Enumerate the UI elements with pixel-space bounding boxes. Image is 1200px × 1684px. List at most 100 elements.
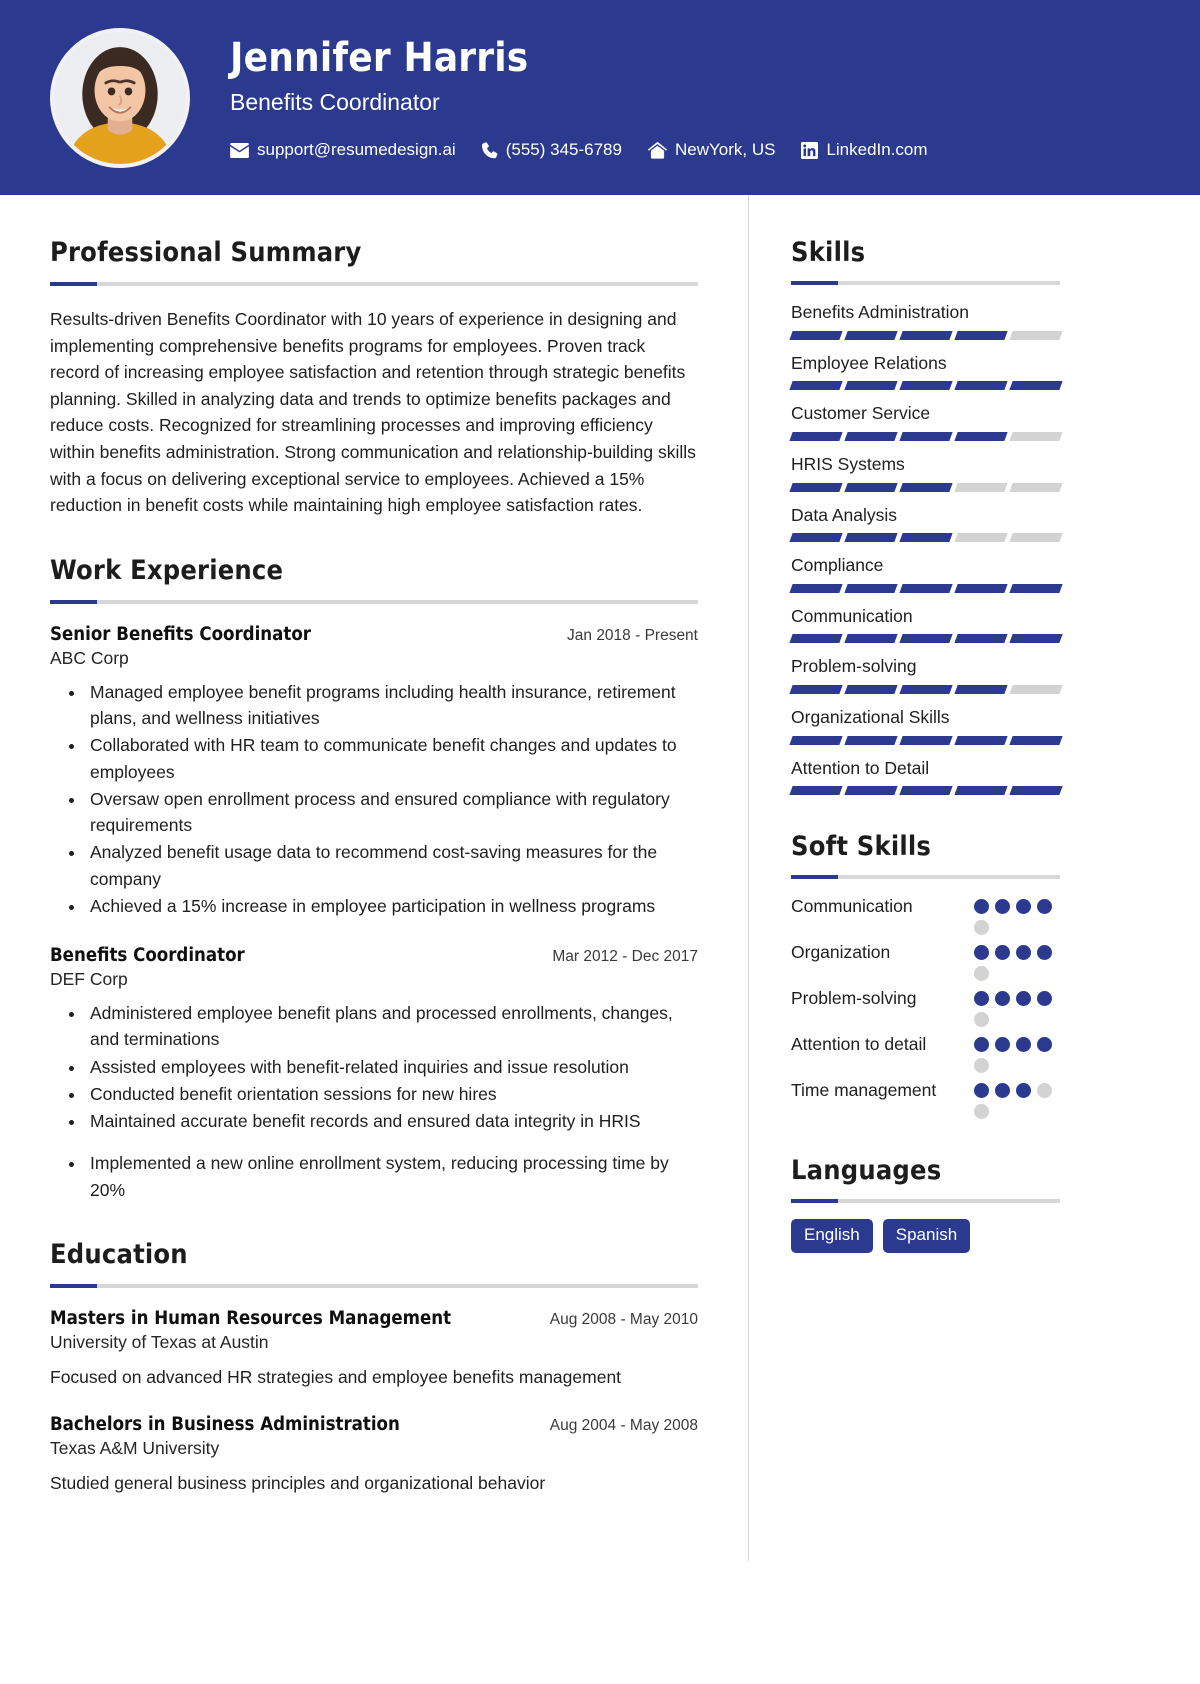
- skill-level-segment: [789, 482, 843, 492]
- language-chip[interactable]: Spanish: [882, 1219, 971, 1253]
- education-date: Aug 2004 - May 2008: [549, 1417, 698, 1435]
- skill-level-segment: [1009, 685, 1063, 694]
- rating-dot: [974, 899, 989, 915]
- skill-level-segment: [954, 431, 1008, 441]
- envelope-icon: [230, 142, 249, 158]
- skill-level-bar: [789, 786, 1063, 796]
- page-title: Jennifer Harris: [230, 34, 529, 81]
- rating-dot: [995, 899, 1010, 915]
- skill-name: Communication: [791, 605, 913, 626]
- section-title-education: Education: [50, 1238, 188, 1270]
- contact-linkedin-text: LinkedIn.com: [826, 140, 928, 160]
- experience-role: Benefits Coordinator: [50, 945, 245, 966]
- skill-level-segment: [899, 786, 953, 796]
- skill-name: Attention to Detail: [791, 757, 930, 778]
- skill-level-segment: [1009, 482, 1063, 492]
- job-title: Benefits Coordinator: [230, 88, 440, 115]
- skill-level-segment: [954, 685, 1008, 694]
- experience-entry-header: Senior Benefits Coordinator Jan 2018 - P…: [50, 624, 698, 645]
- skill-level-segment: [954, 634, 1008, 644]
- rating-dot: [974, 920, 989, 936]
- skill-name: Customer Service: [791, 403, 931, 424]
- skill-level-segment: [1009, 533, 1063, 543]
- skill-row: Customer Service: [789, 402, 1063, 441]
- rating-dot: [974, 1058, 989, 1074]
- education-degree: Masters in Human Resources Management: [50, 1307, 452, 1329]
- skill-name: Employee Relations: [791, 352, 947, 373]
- resume-body: Professional Summary Results-driven Bene…: [0, 195, 1200, 1561]
- skill-level-segment: [899, 431, 953, 441]
- skill-level-segment: [899, 381, 953, 391]
- skill-level-segment: [789, 330, 843, 340]
- skill-level-bar: [789, 685, 1063, 694]
- soft-skill-row: Communication: [791, 895, 1060, 936]
- rating-dot: [1016, 899, 1031, 915]
- list-item: Conducted benefit orientation sessions f…: [86, 1081, 698, 1107]
- rating-dot: [1037, 945, 1052, 961]
- skill-level-segment: [954, 583, 1008, 593]
- rating-dot: [1016, 991, 1031, 1007]
- soft-skill-rating: [974, 987, 1060, 1028]
- list-item: Administered employee benefit plans and …: [86, 1000, 698, 1053]
- contact-email[interactable]: support@resumedesign.ai: [230, 140, 456, 160]
- skill-level-segment: [954, 482, 1008, 492]
- contact-linkedin[interactable]: LinkedIn.com: [801, 140, 928, 160]
- skill-level-segment: [844, 482, 898, 492]
- soft-skill-rating: [974, 1033, 1060, 1074]
- contact-email-text: support@resumedesign.ai: [257, 140, 456, 160]
- contact-location-text: NewYork, US: [674, 140, 776, 160]
- skill-level-segment: [844, 786, 898, 796]
- skill-level-bar: [789, 583, 1063, 593]
- skill-level-segment: [1009, 583, 1063, 593]
- rating-dot: [995, 1037, 1010, 1053]
- skill-level-segment: [954, 735, 1008, 745]
- section-divider: [50, 1283, 698, 1288]
- skill-level-segment: [899, 482, 953, 492]
- rating-dot: [974, 945, 989, 961]
- skill-level-segment: [789, 786, 843, 796]
- language-chip[interactable]: English: [791, 1219, 873, 1253]
- skill-row: Organizational Skills: [789, 706, 1063, 745]
- rating-dot: [1037, 991, 1052, 1007]
- soft-skill-name: Communication: [791, 896, 913, 917]
- skill-level-segment: [1009, 381, 1063, 391]
- rating-dot: [1037, 899, 1052, 915]
- skills-list: Benefits Administration Employee Relation…: [789, 301, 1063, 796]
- skill-row: Communication: [789, 605, 1063, 644]
- soft-skills-list: Communication Organization Problem-solving…: [791, 895, 1060, 1120]
- rating-dot: [974, 966, 989, 982]
- section-education: Education Masters in Human Resources Man…: [50, 1239, 698, 1497]
- main-column: Professional Summary Results-driven Bene…: [0, 195, 748, 1561]
- skill-level-segment: [954, 533, 1008, 543]
- contact-phone[interactable]: (555) 345-6789: [481, 140, 622, 160]
- skill-name: Organizational Skills: [791, 707, 950, 727]
- soft-skill-rating: [974, 1079, 1060, 1120]
- section-divider: [50, 599, 698, 604]
- list-spacer: [86, 1135, 698, 1149]
- skill-level-segment: [844, 533, 898, 543]
- skill-level-segment: [844, 381, 898, 391]
- list-item: Achieved a 15% increase in employee part…: [86, 893, 698, 919]
- skill-level-segment: [1009, 330, 1063, 340]
- section-professional-summary: Professional Summary Results-driven Bene…: [50, 237, 698, 519]
- skill-row: Benefits Administration: [789, 301, 1063, 340]
- contact-location[interactable]: NewYork, US: [648, 140, 775, 160]
- skill-row: Compliance: [789, 554, 1063, 593]
- education-entry: Bachelors in Business Administration Aug…: [50, 1414, 698, 1496]
- soft-skill-row: Attention to detail: [791, 1033, 1060, 1074]
- education-school: Texas A&M University: [50, 1438, 220, 1459]
- skill-row: Attention to Detail: [789, 757, 1063, 796]
- skill-level-segment: [1009, 431, 1063, 441]
- section-title-skills: Skills: [791, 237, 866, 268]
- soft-skill-name: Time management: [791, 1080, 937, 1101]
- experience-role: Senior Benefits Coordinator: [50, 623, 311, 645]
- education-school: University of Texas at Austin: [50, 1331, 269, 1352]
- experience-company: ABC Corp: [50, 647, 129, 668]
- soft-skill-row: Problem-solving: [791, 987, 1060, 1028]
- contact-row: support@resumedesign.ai (555) 345-6789 N…: [230, 140, 928, 160]
- soft-skill-name: Organization: [791, 942, 891, 963]
- skill-level-segment: [844, 583, 898, 593]
- rating-dot: [974, 1037, 989, 1053]
- experience-company: DEF Corp: [50, 969, 128, 989]
- skill-level-bar: [789, 482, 1063, 492]
